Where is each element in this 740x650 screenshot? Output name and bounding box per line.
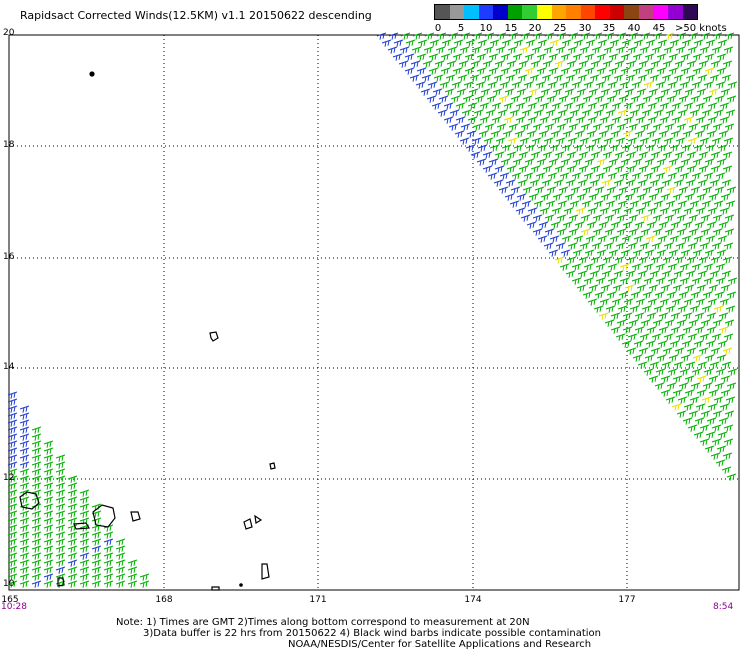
- note-line-1: Note: 1) Times are GMT 2)Times along bot…: [116, 617, 530, 628]
- lon-label-174: 174: [464, 595, 482, 605]
- lon-label-168: 168: [155, 595, 173, 605]
- lon-label-171: 171: [309, 595, 327, 605]
- note-line-3: NOAA/NESDIS/Center for Satellite Applica…: [288, 639, 592, 650]
- island: [89, 71, 95, 77]
- lon-label-177: 177: [618, 595, 636, 605]
- end-time-label: 8:54: [713, 602, 734, 612]
- wind-map: [7, 32, 740, 591]
- lat-label-16: 16: [3, 252, 15, 262]
- lat-label-14: 14: [3, 362, 15, 372]
- lat-label-10: 10: [3, 579, 15, 589]
- island: [239, 583, 243, 587]
- lat-label-20: 20: [3, 28, 15, 38]
- note-line-2: 3)Data buffer is 22 hrs from 20150622 4)…: [143, 628, 601, 639]
- lat-label-18: 18: [3, 140, 15, 150]
- lat-label-12: 12: [3, 473, 15, 483]
- start-time-label: 10:28: [1, 602, 27, 612]
